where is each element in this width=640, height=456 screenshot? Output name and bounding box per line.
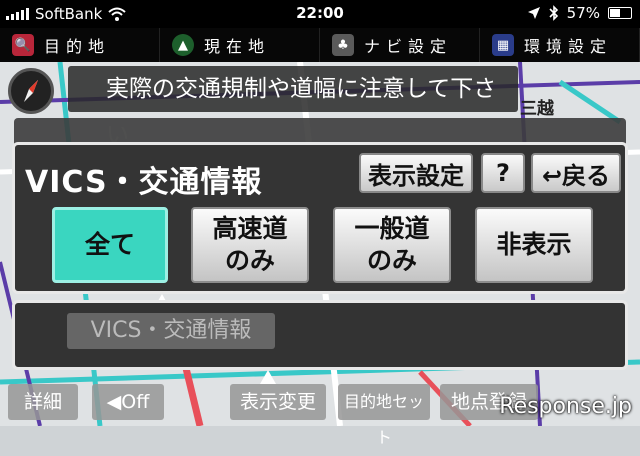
environment-settings-icon: ▦: [492, 34, 514, 56]
battery-icon: [608, 7, 632, 19]
option-expressway-only[interactable]: 高速道 のみ: [191, 207, 309, 283]
menu-environment-settings-label: 環境設定: [524, 37, 613, 56]
menu-navi-settings-label: ナビ設定: [364, 37, 453, 56]
option-expressway-line2: のみ: [224, 246, 275, 275]
option-all[interactable]: 全て: [52, 207, 168, 283]
menu-destination[interactable]: 🔍 目的地: [0, 28, 160, 62]
option-general-road-line2: のみ: [366, 246, 417, 275]
main-menu: 🔍 目的地 ▲ 現在地 ♣ ナビ設定 ▦ 環境設定: [0, 28, 640, 62]
bluetooth-icon: [549, 5, 558, 21]
map-label-mitsukoshi: 三越: [520, 99, 554, 119]
display-settings-button[interactable]: 表示設定: [359, 153, 473, 193]
menu-current-location-label: 現在地: [204, 37, 271, 56]
vics-traffic-button[interactable]: VICS・交通情報: [67, 313, 275, 349]
navi-settings-icon: ♣: [332, 34, 354, 56]
detail-button[interactable]: 詳細: [8, 384, 78, 420]
option-hide-label: 非表示: [496, 230, 572, 259]
toggle-off-button[interactable]: ◀Off: [92, 384, 164, 420]
menu-navi-settings[interactable]: ♣ ナビ設定: [320, 28, 480, 62]
compass-button[interactable]: [8, 68, 54, 114]
location-arrow-icon: ▲: [172, 34, 194, 56]
panel-title: VICS・交通情報: [25, 165, 263, 200]
status-bar: SoftBank 22:00 57%: [0, 0, 640, 28]
menu-destination-label: 目的地: [44, 37, 111, 56]
menu-current-location[interactable]: ▲ 現在地: [160, 28, 320, 62]
status-right: 57%: [527, 4, 632, 22]
option-all-label: 全て: [84, 230, 135, 259]
compass-needle-icon: [24, 80, 38, 102]
battery-percent: 57%: [566, 4, 600, 22]
display-change-button[interactable]: 表示変更: [230, 384, 326, 420]
help-button[interactable]: ?: [481, 153, 525, 193]
option-hide[interactable]: 非表示: [475, 207, 593, 283]
option-expressway-line1: 高速道: [212, 214, 288, 243]
destination-set-button[interactable]: 目的地セット: [338, 384, 430, 447]
search-icon: 🔍: [12, 34, 34, 56]
back-button[interactable]: ↩戻る: [531, 153, 621, 193]
lower-panel: VICS・交通情報: [12, 300, 628, 370]
vics-traffic-panel: VICS・交通情報 表示設定 ? ↩戻る 全て 高速道のみ 一般道のみ 非表示: [12, 142, 628, 294]
pointer-triangle-lower: [260, 370, 276, 384]
option-general-road-line1: 一般道: [354, 214, 430, 243]
menu-environment-settings[interactable]: ▦ 環境設定: [480, 28, 640, 62]
traffic-notice-banner: 実際の交通規制や道幅に注意して下さい: [68, 66, 518, 148]
option-general-road-only[interactable]: 一般道 のみ: [333, 207, 451, 283]
watermark: Response.jp: [499, 394, 632, 419]
location-services-icon: [527, 7, 540, 19]
